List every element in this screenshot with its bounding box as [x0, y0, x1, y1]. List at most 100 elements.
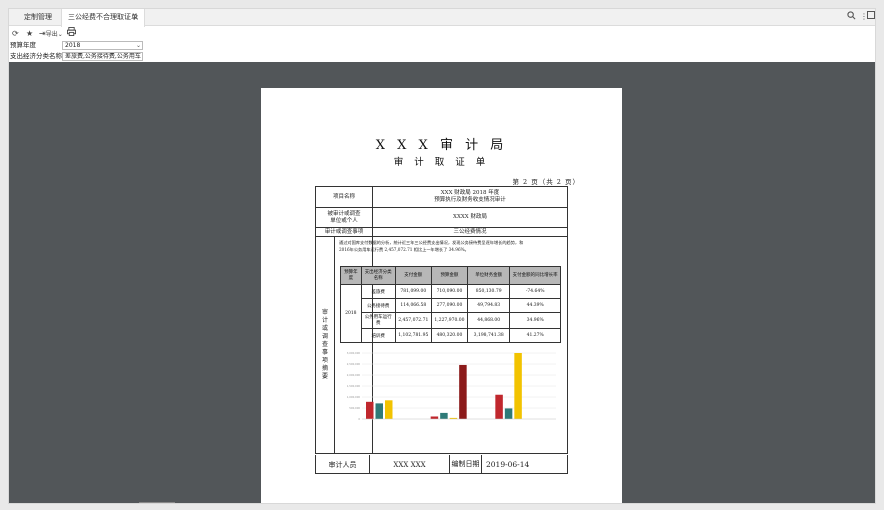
table-header: 支出经济分类名称	[360, 266, 396, 285]
chart-bar	[375, 403, 383, 419]
signature-row: 审计人员 XXX XXX 编制日期 2019-06-14	[315, 455, 568, 474]
summary-content: 通过对国库支付数据的分析，统计近三年三公经费支出情况，发现公务接待费呈逐年增长的…	[335, 237, 567, 453]
table-cell: 1,227,970.00	[430, 312, 469, 329]
filter-row-year: 预算年度 2018 ⌄	[9, 40, 875, 51]
page-info: 第 2 页（共 2 页）	[512, 178, 580, 186]
table-cell: 114,066.58	[394, 298, 432, 313]
table-row: 公务接待费 114,066.58 277,090.00 49,794.83 44…	[341, 298, 561, 313]
row-audited-unit: 被审计或调查 单位或个人 XXXX 财政局	[316, 208, 567, 228]
auditor-label: 审计人员	[316, 455, 370, 474]
audited-label: 被审计或调查 单位或个人	[316, 208, 373, 227]
horizontal-scrollbar[interactable]	[139, 502, 175, 503]
category-filter-label: 支出经济分类名称	[10, 52, 62, 60]
chart-bar	[514, 353, 522, 419]
table-cell-year: 2018	[340, 284, 362, 343]
date-label: 编制日期	[450, 455, 482, 474]
audited-label-line1: 被审计或调查	[327, 210, 361, 217]
document-page: X X X 审 计 局 审 计 取 证 单 第 2 页（共 2 页） 项目名称 …	[261, 88, 622, 503]
chart-y-tick-label: 2,000,000	[347, 373, 361, 377]
table-cell: 差旅费	[360, 284, 396, 299]
table-cell: 41.27%	[509, 328, 561, 343]
chart-y-tick-label: 500,000	[349, 406, 360, 410]
star-icon[interactable]: ★	[26, 27, 33, 40]
project-label: 项目名称	[316, 187, 373, 207]
export-icon: ⇥	[39, 29, 46, 38]
table-row: 培训费 1,102,781.95 480,320.00 3,198,741.38…	[341, 328, 561, 343]
matter-value: 三公经费情况	[453, 228, 487, 235]
matter-label: 审计或调查事项	[316, 228, 373, 236]
tab-label: 定制管理	[24, 13, 52, 21]
chart-y-tick-label: 2,500,000	[347, 362, 361, 366]
table-row: 2018 差旅费 781,099.00 710,090.00 850,130.7…	[340, 284, 561, 343]
document-title: X X X 审 计 局	[375, 138, 508, 153]
category-select-value: 差旅费,公务接待费,公务用车	[65, 53, 141, 60]
chevron-down-icon: ⌄	[135, 53, 141, 60]
project-value-line2: 预算执行及财务收支情况审计	[434, 197, 506, 203]
table-cell: 850,130.79	[467, 284, 511, 299]
table-header: 预算金额	[430, 266, 469, 285]
export-button[interactable]: ⇥导出⌄	[39, 27, 63, 40]
chart-y-tick-label: 1,500,000	[347, 384, 361, 388]
table-cell: 781,099.00	[394, 284, 432, 299]
table-cell: 44,868.00	[467, 312, 511, 329]
chart-bar	[440, 412, 448, 419]
chart-bar	[495, 394, 503, 419]
tab-custom-management[interactable]: 定制管理	[15, 9, 61, 26]
chart-bar	[459, 364, 467, 419]
tab-evidence-sheet[interactable]: 三公经费不合理取证单 ×	[61, 9, 145, 27]
summary-paragraph: 通过对国库支付数据的分析，统计近三年三公经费支出情况，发现公务接待费呈逐年增长的…	[339, 240, 524, 252]
table-cell: 480,320.00	[430, 328, 469, 343]
year-select-value: 2018	[65, 42, 81, 49]
window-icon[interactable]	[867, 11, 875, 23]
year-select[interactable]: 2018 ⌄	[62, 41, 143, 50]
audited-value: XXXX 财政局	[453, 214, 487, 220]
table-row: 公务用车运行费 2,457,072.71 1,227,970.00 44,868…	[341, 312, 561, 329]
table-cell: 44.39%	[509, 298, 561, 313]
summary-label: 审计或调查事项摘要	[316, 237, 335, 453]
chart-y-tick-label: 3,000,000	[347, 351, 361, 355]
tab-bar: 定制管理 三公经费不合理取证单 × ⋮	[9, 9, 875, 27]
table-cell: 公务用车运行费	[360, 312, 396, 329]
table-cell: 公务接待费	[360, 298, 396, 313]
table-header-row: 预算年度 支出经济分类名称 支付金额 预算金额 单位财务金额 支付金额的同比增长…	[340, 266, 561, 285]
audited-label-line2: 单位或个人	[330, 217, 358, 224]
expense-table: 预算年度 支出经济分类名称 支付金额 预算金额 单位财务金额 支付金额的同比增长…	[340, 266, 561, 343]
filter-row-category: 支出经济分类名称 差旅费,公务接待费,公务用车 ⌄	[9, 51, 875, 62]
table-cell: 3,198,741.38	[467, 328, 511, 343]
auditor-names: XXX XXX	[370, 455, 450, 474]
chart-bar	[430, 416, 439, 419]
table-cell: 2,457,072.71	[394, 312, 432, 329]
report-viewer[interactable]: X X X 审 计 局 审 计 取 证 单 第 2 页（共 2 页） 项目名称 …	[9, 62, 875, 503]
table-cell: 34.96%	[509, 312, 561, 329]
expense-bar-chart: 0 500,000 1,000,000 1,500,000 2,000,000 2,500…	[347, 351, 556, 421]
document-subtitle: 审 计 取 证 单	[393, 157, 490, 168]
chart-bar	[504, 408, 513, 419]
chevron-down-icon: ⌄	[135, 42, 141, 49]
evidence-grid: 项目名称 XXX 财政局 2018 年度 预算执行及财务收支情况审计 被审计或调…	[315, 186, 568, 454]
chart-y-tick-label: 1,000,000	[347, 395, 361, 399]
print-icon[interactable]	[67, 27, 76, 40]
refresh-icon[interactable]: ⟳	[12, 27, 19, 40]
table-cell: 1,102,781.95	[394, 328, 432, 343]
app-window: 定制管理 三公经费不合理取证单 × ⋮ ⟳ ★ ⇥导出⌄ 预算年度 2018 ⌄…	[8, 8, 876, 504]
table-header: 支付金额	[394, 266, 432, 285]
table-cell: 710,090.00	[430, 284, 469, 299]
table-cell: -74.64%	[509, 284, 561, 299]
table-cell: 培训费	[360, 328, 396, 343]
date-value: 2019-06-14	[486, 460, 530, 469]
table-cell: 277,090.00	[430, 298, 469, 313]
search-icon[interactable]	[847, 11, 856, 24]
row-matter: 审计或调查事项 三公经费情况	[316, 228, 567, 237]
close-icon[interactable]: ×	[132, 9, 139, 26]
tab-label: 三公经费不合理取证单	[68, 13, 138, 21]
project-value-line1: XXX 财政局 2018 年度	[440, 190, 500, 196]
table-header: 支付金额的同比增长率	[509, 266, 561, 285]
chart-y-tick-label: 0	[358, 417, 360, 421]
chart-bar	[366, 401, 374, 419]
table-header: 预算年度	[340, 266, 362, 285]
export-label: 导出	[45, 31, 58, 38]
project-value: XXX 财政局 2018 年度 预算执行及财务收支情况审计	[373, 187, 567, 207]
toolbar: ⟳ ★ ⇥导出⌄	[9, 27, 875, 40]
row-project: 项目名称 XXX 财政局 2018 年度 预算执行及财务收支情况审计	[316, 187, 567, 208]
category-select[interactable]: 差旅费,公务接待费,公务用车 ⌄	[62, 52, 143, 61]
